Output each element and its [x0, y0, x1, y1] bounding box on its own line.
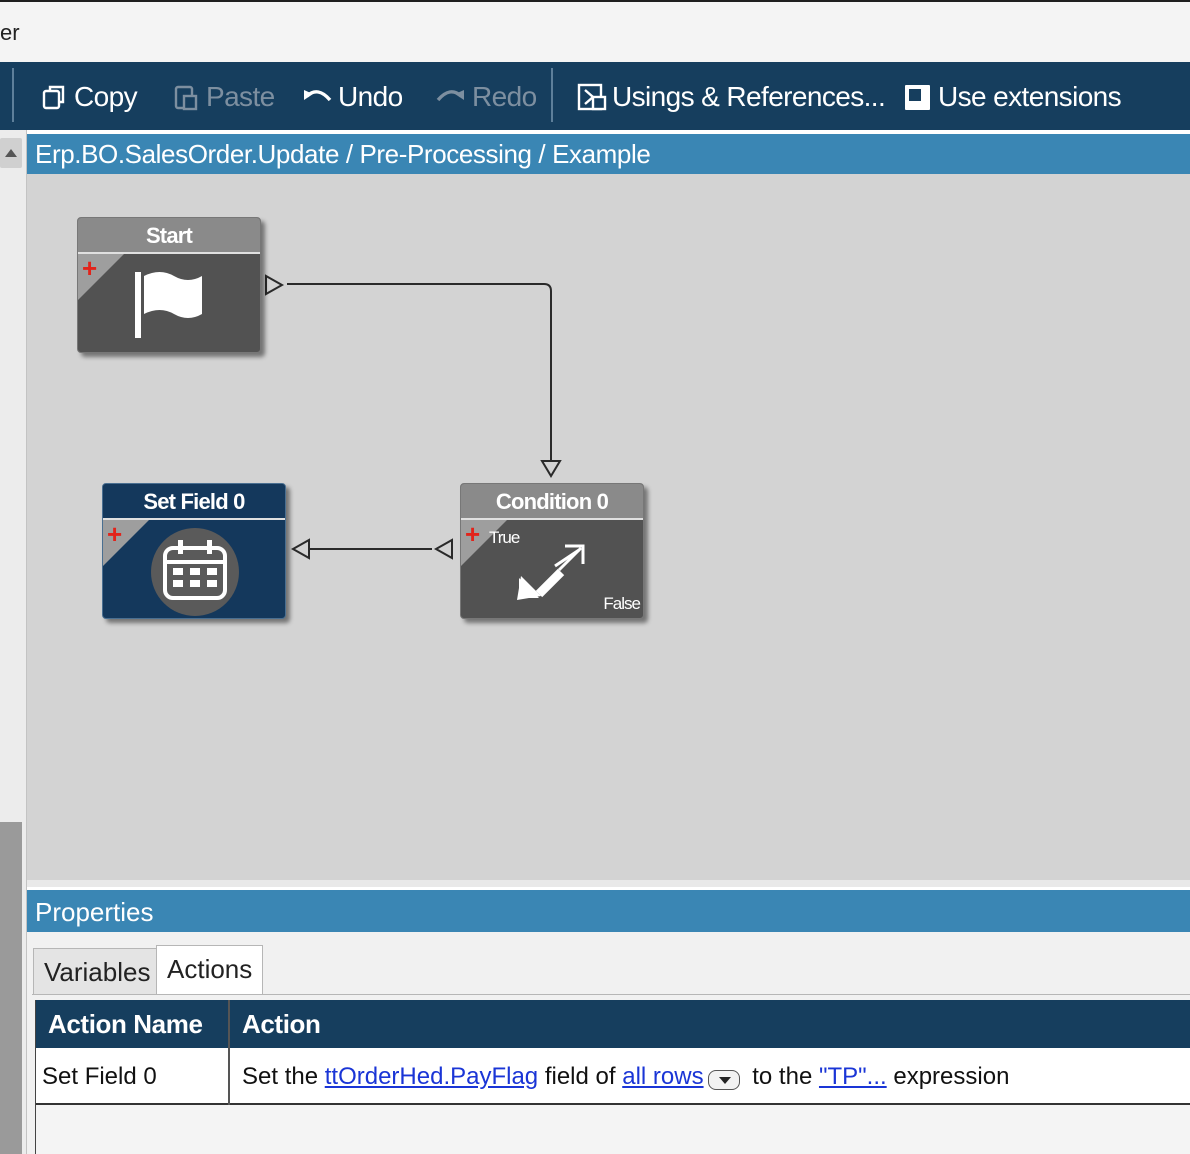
use-extensions-button[interactable]: Use extensions [902, 80, 1122, 114]
flag-icon [135, 272, 202, 338]
tab-actions[interactable]: Actions [156, 945, 264, 995]
designer-toolbar: Copy Paste Undo Redo Usings & References… [0, 62, 1190, 130]
start-node[interactable]: Start + [77, 217, 261, 353]
extensions-icon [905, 85, 930, 110]
field-link[interactable]: ttOrderHed.PayFlag [325, 1063, 538, 1090]
window-title: er [0, 20, 20, 45]
rows-link[interactable]: all rows [622, 1063, 703, 1090]
copy-label: Copy [74, 81, 138, 112]
usings-references-button[interactable]: Usings & References... [576, 80, 886, 114]
properties-header: Properties [27, 890, 1190, 932]
condition-false-label: False [603, 594, 641, 613]
copy-icon [42, 85, 65, 110]
rows-dropdown-icon[interactable] [707, 1070, 740, 1090]
usings-references-label: Usings & References... [612, 81, 886, 112]
setfield-node-title: Set Field 0 [103, 484, 285, 520]
start-output-port-icon [265, 274, 285, 296]
left-panel-scrollbar[interactable] [0, 130, 27, 1154]
condition-node-title: Condition 0 [461, 484, 643, 520]
redo-label: Redo [472, 81, 537, 112]
column-header-action[interactable]: Action [230, 1000, 1190, 1048]
breadcrumb: Erp.BO.SalesOrder.Update / Pre-Processin… [27, 134, 1190, 174]
use-extensions-label: Use extensions [938, 81, 1122, 112]
calendar-icon [151, 528, 239, 616]
grid-header: Action Name Action [36, 1000, 1190, 1048]
start-node-title: Start [78, 218, 260, 254]
setfield-input-arrow-icon [290, 538, 310, 560]
paste-label: Paste [206, 81, 275, 112]
window-titlebar: er [0, 0, 1190, 62]
setfield-node[interactable]: Set Field 0 + [102, 483, 286, 619]
condition-node[interactable]: Condition 0 + True False [460, 483, 644, 619]
usings-references-icon [577, 83, 607, 111]
paste-icon [174, 85, 198, 111]
actions-grid: Action Name Action Set Field 0 Set the t… [35, 1000, 1190, 1154]
paste-button[interactable]: Paste [172, 80, 275, 114]
undo-button[interactable]: Undo [300, 80, 403, 114]
toolbar-separator [12, 68, 14, 122]
scroll-up-arrow-icon[interactable] [0, 138, 22, 168]
column-header-action-name[interactable]: Action Name [36, 1000, 229, 1048]
toolbar-separator [551, 68, 553, 122]
workflow-canvas[interactable]: Start + Set Field 0 + Condition 0 + True… [27, 174, 1190, 880]
table-row[interactable]: Set Field 0 Set the ttOrderHed.PayFlag f… [36, 1048, 1190, 1105]
copy-button[interactable]: Copy [40, 80, 138, 114]
expression-link[interactable]: "TP"... [819, 1063, 887, 1090]
panel-splitter[interactable] [27, 880, 1190, 887]
action-name-cell: Set Field 0 [42, 1063, 157, 1090]
undo-icon [304, 90, 332, 102]
tab-variables[interactable]: Variables [33, 948, 162, 994]
action-description-cell: Set the ttOrderHed.PayFlag field of all … [242, 1063, 1010, 1090]
condition-true-port-icon [433, 538, 453, 560]
redo-icon [436, 90, 464, 102]
undo-label: Undo [338, 81, 403, 112]
condition-input-arrow-icon [540, 460, 562, 478]
redo-button[interactable]: Redo [434, 80, 537, 114]
scroll-thumb[interactable] [0, 822, 22, 1154]
